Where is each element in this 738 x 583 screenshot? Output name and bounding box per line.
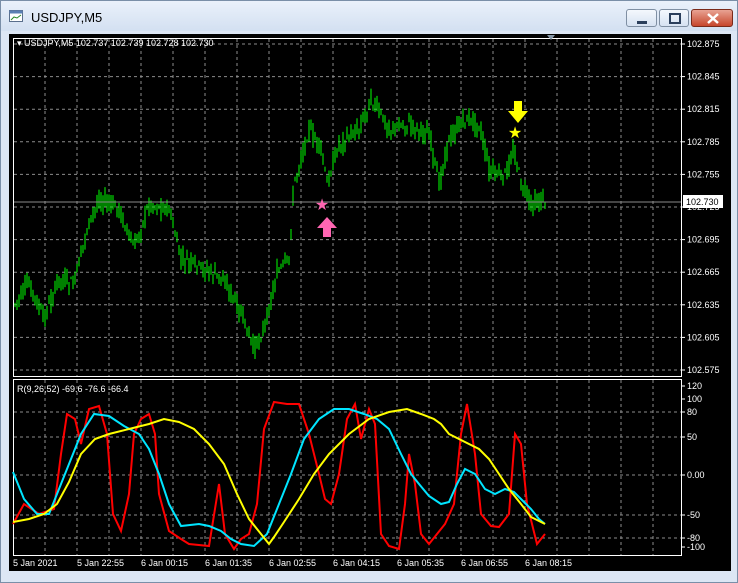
indicator-tick-label: -100 — [687, 542, 705, 552]
time-tick-label: 6 Jan 08:15 — [525, 558, 572, 568]
terminal-window: USDJPY,M5 ★ ★ ▾ USDJPY,M5 102.737 102.73… — [0, 0, 738, 583]
price-tick-label: 102.845 — [687, 72, 720, 82]
svg-text:102.730: 102.730 — [686, 197, 719, 207]
price-tick-label: 102.605 — [687, 332, 720, 342]
price-tick-label: 102.575 — [687, 365, 720, 375]
price-tick-label: 102.635 — [687, 300, 720, 310]
window-title: USDJPY,M5 — [31, 10, 103, 25]
indicator-pane-border — [13, 379, 682, 556]
indicator-tick-label: 50 — [687, 432, 697, 442]
star-icon: ★ — [315, 195, 329, 214]
star-icon: ★ — [508, 123, 522, 142]
chart-area[interactable]: ★ ★ ▾ USDJPY,M5 102.737 102.739 102.728 … — [9, 34, 731, 571]
price-chart[interactable]: ★ ★ ▾ USDJPY,M5 102.737 102.739 102.728 … — [9, 34, 731, 571]
time-axis[interactable]: 5 Jan 2021 5 Jan 22:55 6 Jan 00:15 6 Jan 01… — [13, 558, 572, 568]
buy-signal[interactable]: ★ — [315, 195, 337, 237]
indicator-tick-label: 0.00 — [687, 470, 705, 480]
indicator-tick-label: 100 — [687, 394, 702, 404]
indicator-axis[interactable]: 12010080500.00-50-80-100 — [681, 381, 705, 552]
time-tick-label: 5 Jan 22:55 — [77, 558, 124, 568]
title-bar[interactable]: USDJPY,M5 — [1, 1, 737, 31]
price-tick-label: 102.875 — [687, 39, 720, 49]
minimize-button[interactable] — [626, 9, 657, 27]
chart-window-icon — [9, 10, 23, 22]
price-tick-label: 102.815 — [687, 104, 720, 114]
price-tick-label: 102.695 — [687, 235, 720, 245]
current-price-tag: 102.730 — [683, 195, 723, 208]
indicator-header: R(9,26,52) -69.6 -76.6 -66.4 — [17, 384, 129, 394]
price-tick-label: 102.785 — [687, 137, 720, 147]
time-tick-label: 6 Jan 06:55 — [461, 558, 508, 568]
close-button[interactable] — [691, 9, 733, 27]
indicator-tick-label: 120 — [687, 381, 702, 391]
indicator-tick-label: 80 — [687, 407, 697, 417]
restore-icon — [669, 13, 681, 24]
price-pane-border — [13, 38, 682, 377]
time-tick-label: 6 Jan 04:15 — [333, 558, 380, 568]
time-tick-label: 6 Jan 01:35 — [205, 558, 252, 568]
time-tick-label: 6 Jan 02:55 — [269, 558, 316, 568]
arrow-up-icon — [317, 217, 337, 237]
price-candles — [14, 88, 546, 360]
close-icon — [707, 13, 719, 24]
price-tick-label: 102.755 — [687, 169, 720, 179]
price-grid — [14, 39, 681, 376]
time-tick-label: 5 Jan 2021 — [13, 558, 58, 568]
indicator-tick-label: -50 — [687, 510, 700, 520]
chart-shift-marker[interactable] — [547, 35, 555, 40]
time-tick-label: 6 Jan 05:35 — [397, 558, 444, 568]
restore-button[interactable] — [659, 9, 689, 27]
chart-header: ▾ USDJPY,M5 102.737 102.739 102.728 102.… — [17, 38, 214, 48]
minimize-icon — [637, 21, 647, 24]
time-tick-label: 6 Jan 00:15 — [141, 558, 188, 568]
price-tick-label: 102.665 — [687, 267, 720, 277]
